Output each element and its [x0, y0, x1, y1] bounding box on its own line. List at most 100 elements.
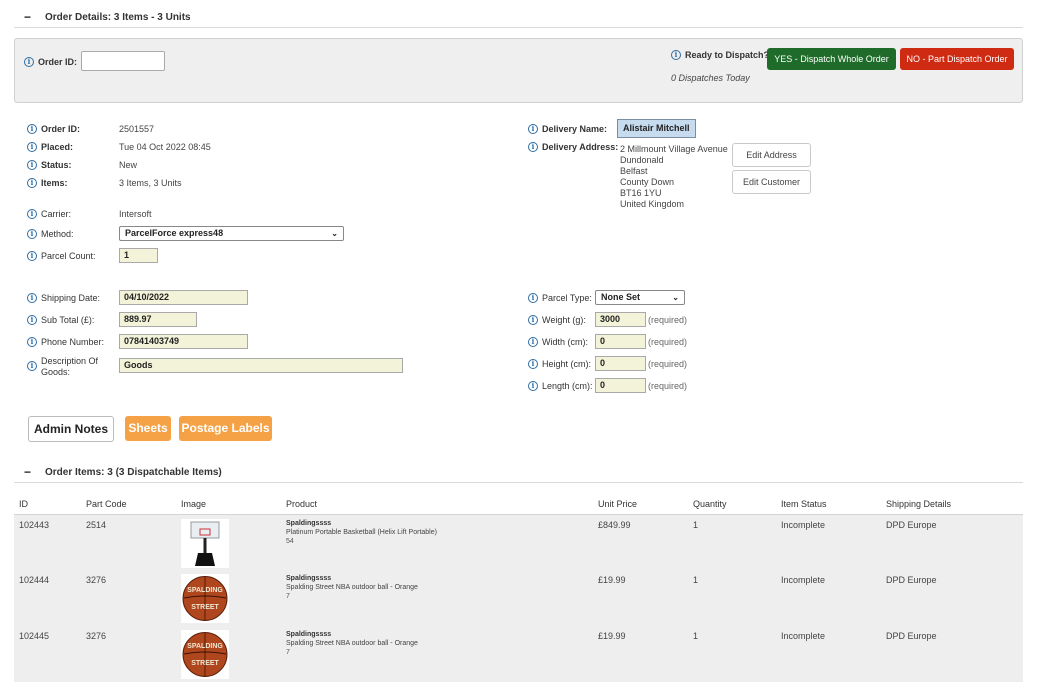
width-input[interactable]: 0 — [595, 334, 646, 349]
info-icon[interactable]: i — [528, 381, 538, 391]
field-label: Delivery Address: — [542, 142, 619, 152]
item-quantity: 1 — [688, 514, 776, 570]
basketball-image[interactable]: SPALDING STREET — [181, 574, 229, 623]
info-icon[interactable]: i — [528, 124, 538, 134]
carrier-row: i Carrier: — [27, 207, 71, 221]
parcel-count-input[interactable]: 1 — [119, 248, 158, 263]
order-items-table: ID Part Code Image Product Unit Price Qu… — [14, 495, 1023, 682]
field-label: Placed: — [41, 142, 74, 152]
field-label: Order ID: — [41, 124, 81, 134]
basketball-hoop-image[interactable] — [181, 518, 229, 568]
info-icon[interactable]: i — [671, 50, 681, 60]
order-items-header: − Order Items: 3 (3 Dispatchable Items) — [14, 463, 1023, 483]
order-id-value: 2501557 — [119, 124, 155, 134]
section-title: Order Details: 3 Items - 3 Units — [45, 12, 191, 23]
info-icon[interactable]: i — [528, 293, 538, 303]
address-line: County Down — [620, 177, 675, 187]
dispatch-whole-order-button[interactable]: YES - Dispatch Whole Order — [767, 48, 896, 70]
delivery-name-value[interactable]: Alistair Mitchell — [617, 119, 696, 138]
info-icon[interactable]: i — [27, 229, 37, 239]
item-shipping: DPD Europe — [881, 514, 1023, 570]
length-input[interactable]: 0 — [595, 378, 646, 393]
phone-input[interactable]: 07841403749 — [119, 334, 248, 349]
product-size: 54 — [286, 537, 294, 545]
info-icon[interactable]: i — [528, 359, 538, 369]
svg-text:SPALDING: SPALDING — [187, 643, 223, 650]
part-dispatch-order-button[interactable]: NO - Part Dispatch Order — [900, 48, 1014, 70]
required-note: (required) — [648, 337, 688, 347]
column-header: Shipping Details — [881, 495, 1023, 515]
product-size: 7 — [286, 649, 290, 656]
delivery-name-row: i Delivery Name: — [528, 122, 607, 136]
admin-notes-button[interactable]: Admin Notes — [28, 416, 114, 442]
info-icon[interactable]: i — [27, 209, 37, 219]
height-input[interactable]: 0 — [595, 356, 646, 371]
parcel-type-select[interactable]: None Set ⌄ — [595, 290, 685, 305]
info-icon[interactable]: i — [24, 57, 34, 67]
address-line: Belfast — [620, 166, 648, 176]
address-line: 2 Millmount Village Avenue — [620, 144, 728, 154]
parcel-count-row: i Parcel Count: — [27, 249, 96, 263]
order-details-header: − Order Details: 3 Items - 3 Units — [14, 8, 1023, 28]
info-icon[interactable]: i — [528, 315, 538, 325]
info-icon[interactable]: i — [528, 337, 538, 347]
info-icon[interactable]: i — [27, 124, 37, 134]
required-note: (required) — [648, 315, 688, 325]
info-icon[interactable]: i — [528, 142, 538, 152]
column-header: Product — [281, 495, 593, 515]
info-icon[interactable]: i — [27, 293, 37, 303]
postage-labels-button[interactable]: Postage Labels — [179, 416, 272, 441]
item-part-code: 3276 — [81, 626, 176, 682]
table-row[interactable]: 102443 2514 Spaldingssss Platinum Portab… — [14, 514, 1023, 570]
carrier-value: Intersoft — [119, 209, 152, 219]
basketball-image[interactable]: SPALDING STREET — [181, 630, 229, 679]
edit-address-button[interactable]: Edit Address — [732, 143, 811, 167]
order-id-input[interactable] — [81, 51, 165, 71]
address-line: BT16 1YU — [620, 188, 662, 198]
info-icon[interactable]: i — [27, 251, 37, 261]
item-id: 102445 — [14, 626, 81, 682]
status-row: i Status: — [27, 158, 72, 172]
info-icon[interactable]: i — [27, 160, 37, 170]
item-part-code: 3276 — [81, 570, 176, 626]
info-icon[interactable]: i — [27, 360, 37, 371]
info-icon[interactable]: i — [27, 315, 37, 325]
delivery-address-row: i Delivery Address: — [528, 140, 618, 154]
info-icon[interactable]: i — [27, 178, 37, 188]
info-icon[interactable]: i — [27, 337, 37, 347]
edit-customer-button[interactable]: Edit Customer — [732, 170, 811, 194]
table-row[interactable]: 102444 3276 SPALDING STREET Spaldingssss… — [14, 570, 1023, 626]
collapse-toggle[interactable]: − — [24, 10, 31, 24]
description-input[interactable]: Goods — [119, 358, 403, 373]
field-label: Status: — [41, 160, 72, 170]
field-label: Items: — [41, 178, 68, 188]
field-label: Width (cm): — [542, 337, 588, 347]
field-label: Parcel Type: — [542, 293, 592, 303]
address-line: United Kingdom — [620, 199, 685, 209]
column-header: Quantity — [688, 495, 776, 515]
column-header: Part Code — [81, 495, 176, 515]
sheets-button[interactable]: Sheets — [125, 416, 171, 441]
product-size: 7 — [286, 593, 290, 600]
field-label: Weight (g): — [542, 315, 586, 325]
height-row: i Height (cm): — [528, 357, 591, 371]
info-icon[interactable]: i — [27, 142, 37, 152]
item-status: Incomplete — [776, 626, 881, 682]
method-select[interactable]: ParcelForce express48 ⌄ — [119, 226, 344, 241]
svg-text:STREET: STREET — [191, 604, 219, 611]
required-note: (required) — [648, 359, 688, 369]
items-row: i Items: — [27, 176, 68, 190]
svg-text:STREET: STREET — [191, 660, 219, 667]
sub-total-input[interactable]: 889.97 — [119, 312, 197, 327]
item-product: Spaldingssss Spalding Street NBA outdoor… — [281, 626, 593, 682]
method-selected-value: ParcelForce express48 — [125, 228, 224, 238]
collapse-toggle[interactable]: − — [24, 465, 31, 479]
table-row[interactable]: 102445 3276 SPALDING STREET Spaldingssss… — [14, 626, 1023, 682]
item-image-cell: SPALDING STREET — [176, 570, 281, 626]
shipping-date-input[interactable]: 04/10/2022 — [119, 290, 248, 305]
section-title: Order Items: 3 (3 Dispatchable Items) — [45, 467, 222, 478]
item-shipping: DPD Europe — [881, 570, 1023, 626]
length-row: i Length (cm): — [528, 379, 593, 393]
weight-input[interactable]: 3000 — [595, 312, 646, 327]
placed-row: i Placed: — [27, 140, 73, 154]
